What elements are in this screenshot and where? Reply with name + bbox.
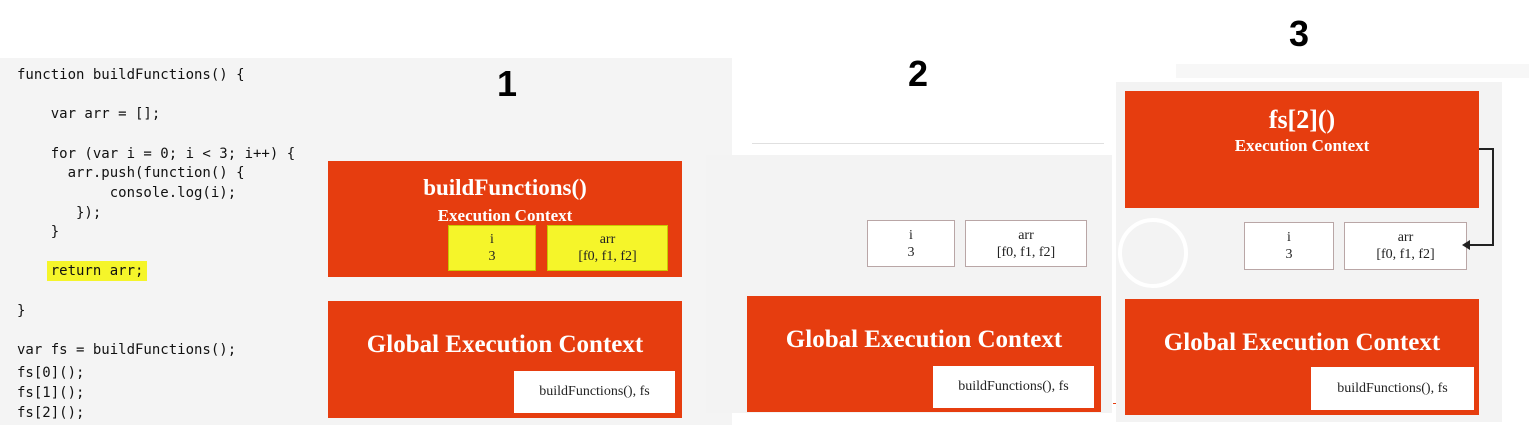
gec-variables: buildFunctions(), fs: [514, 371, 675, 413]
code-line: var fs = buildFunctions();: [17, 342, 237, 358]
circle-decoration: [1118, 218, 1188, 288]
variable-name: i: [909, 227, 913, 243]
gec-variables: buildFunctions(), fs: [1311, 367, 1474, 410]
fs2-execution-context: fs[2]() Execution Context: [1125, 91, 1479, 208]
variable-value: [f0, f1, f2]: [1376, 247, 1435, 262]
slide-edge: [1176, 64, 1529, 78]
variable-value: 3: [907, 244, 915, 260]
slide-edge: [752, 143, 1104, 144]
code-line: fs[0]();: [17, 365, 85, 381]
context-title: buildFunctions(): [423, 175, 587, 200]
variable-value: 3: [1285, 247, 1293, 262]
code-line-highlighted: return arr;: [17, 261, 148, 281]
global-execution-context: Global Execution Context buildFunctions(…: [747, 296, 1101, 412]
gec-variables: buildFunctions(), fs: [933, 366, 1094, 408]
variable-value: [f0, f1, f2]: [578, 249, 637, 264]
code-line: fs[1]();: [17, 385, 85, 401]
code-line: var arr = [];: [17, 106, 161, 122]
variable-name: i: [1287, 230, 1291, 245]
gec-title: Global Execution Context: [785, 326, 1063, 353]
code-line: function buildFunctions() {: [17, 67, 245, 83]
return-highlight: return arr;: [46, 261, 148, 281]
context-subtitle: Execution Context: [437, 206, 573, 225]
variable-name: arr: [599, 232, 616, 247]
step-number-1: 1: [497, 63, 518, 104]
global-execution-context: Global Execution Context buildFunctions(…: [1125, 299, 1479, 415]
variable-value: [f0, f1, f2]: [996, 244, 1056, 260]
return-statement: return arr;: [50, 263, 144, 279]
variable-i-box: i 3: [448, 225, 536, 271]
context-subtitle: Execution Context: [1234, 136, 1370, 155]
code-line: });: [17, 205, 102, 221]
code-line: }: [17, 303, 26, 319]
build-functions-context: buildFunctions() Execution Context i 3 a…: [328, 161, 682, 277]
code-line: for (var i = 0; i < 3; i++) {: [17, 146, 296, 162]
scope-chain-arrow: [1462, 148, 1494, 250]
variable-arr-box: arr [f0, f1, f2]: [965, 220, 1087, 267]
code-line: console.log(i);: [17, 185, 237, 201]
step-number-3: 3: [1289, 13, 1310, 54]
step-number-2: 2: [908, 53, 929, 94]
gec-title: Global Execution Context: [366, 331, 644, 358]
variable-i-box: i 3: [1244, 222, 1334, 270]
variable-arr-box: arr [f0, f1, f2]: [547, 225, 668, 271]
code-line: fs[2]();: [17, 405, 85, 421]
variable-value: 3: [488, 249, 496, 264]
code-line: arr.push(function() {: [17, 165, 245, 181]
gec-title: Global Execution Context: [1163, 329, 1441, 356]
variable-name: arr: [1397, 230, 1414, 245]
code-line: }: [17, 224, 60, 240]
variable-name: arr: [1018, 227, 1034, 243]
variable-arr-box: arr [f0, f1, f2]: [1344, 222, 1467, 270]
variable-i-box: i 3: [867, 220, 955, 267]
context-title: fs[2](): [1268, 105, 1336, 134]
global-execution-context: Global Execution Context buildFunctions(…: [328, 301, 682, 418]
variable-name: i: [490, 232, 494, 247]
